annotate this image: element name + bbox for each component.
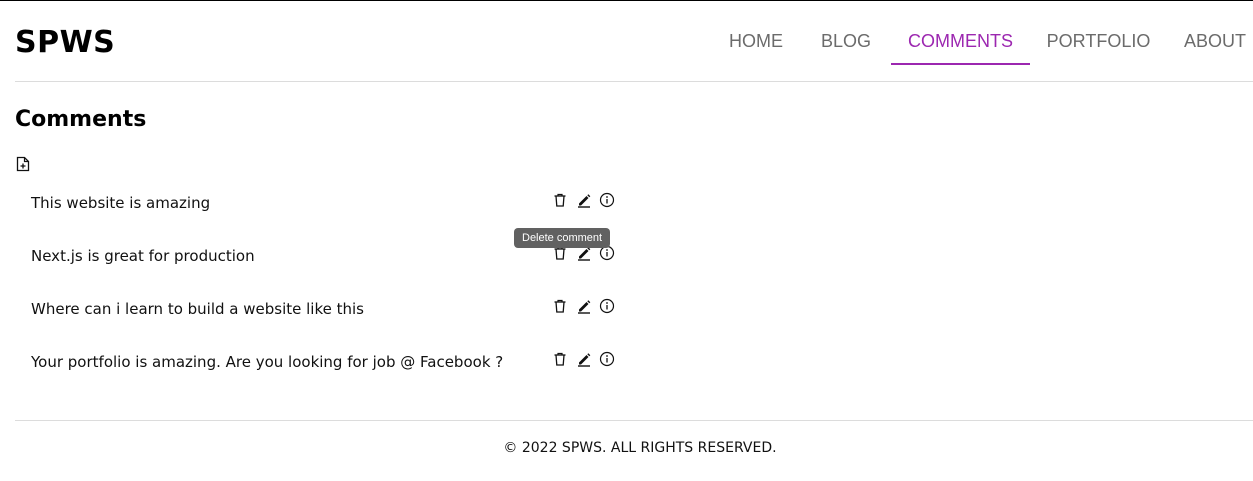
nav-comments[interactable]: COMMENTS xyxy=(891,29,1030,65)
comment-text: Your portfolio is amazing. Are you looki… xyxy=(31,353,504,371)
comment-text: Where can i learn to build a website lik… xyxy=(31,300,364,318)
nav-blog[interactable]: BLOG xyxy=(811,29,881,65)
info-icon xyxy=(599,192,615,208)
delete-icon xyxy=(554,299,566,313)
comment-info-button[interactable] xyxy=(599,298,615,314)
delete-icon xyxy=(554,193,566,207)
delete-comment-button[interactable] xyxy=(552,351,568,367)
nav-portfolio[interactable]: PORTFOLIO xyxy=(1040,29,1157,65)
edit-comment-button[interactable] xyxy=(576,192,592,208)
add-comment-button[interactable] xyxy=(16,156,30,172)
comment-row: This website is amazing xyxy=(31,191,631,215)
edit-comment-button[interactable] xyxy=(576,298,592,314)
comment-info-button[interactable] xyxy=(599,192,615,208)
page-title: Comments xyxy=(15,107,147,132)
nav-about[interactable]: ABOUT xyxy=(1177,29,1253,65)
main-nav: HOME BLOG COMMENTS PORTFOLIO ABOUT xyxy=(15,1,1253,82)
edit-icon xyxy=(578,300,591,314)
page: SPWS HOME BLOG COMMENTS PORTFOLIO ABOUT … xyxy=(0,0,1253,481)
comment-row: Your portfolio is amazing. Are you looki… xyxy=(31,350,631,374)
edit-comment-button[interactable] xyxy=(576,351,592,367)
comment-row: Where can i learn to build a website lik… xyxy=(31,297,631,321)
edit-icon xyxy=(578,194,591,208)
edit-icon xyxy=(578,353,591,367)
comment-text: This website is amazing xyxy=(31,194,211,212)
comment-info-button[interactable] xyxy=(599,351,615,367)
header: SPWS HOME BLOG COMMENTS PORTFOLIO ABOUT xyxy=(15,1,1253,82)
info-icon xyxy=(599,298,615,314)
delete-tooltip: Delete comment xyxy=(514,228,611,248)
nav-home[interactable]: HOME xyxy=(715,29,797,65)
delete-icon xyxy=(554,352,566,366)
delete-comment-button[interactable] xyxy=(552,298,568,314)
add-document-icon xyxy=(16,156,30,172)
comment-text: Next.js is great for production xyxy=(31,247,255,265)
copyright-text: © 2022 SPWS. ALL RIGHTS RESERVED. xyxy=(503,440,777,456)
footer: © 2022 SPWS. ALL RIGHTS RESERVED. xyxy=(15,420,1253,470)
info-icon xyxy=(599,351,615,367)
delete-comment-button[interactable] xyxy=(552,192,568,208)
